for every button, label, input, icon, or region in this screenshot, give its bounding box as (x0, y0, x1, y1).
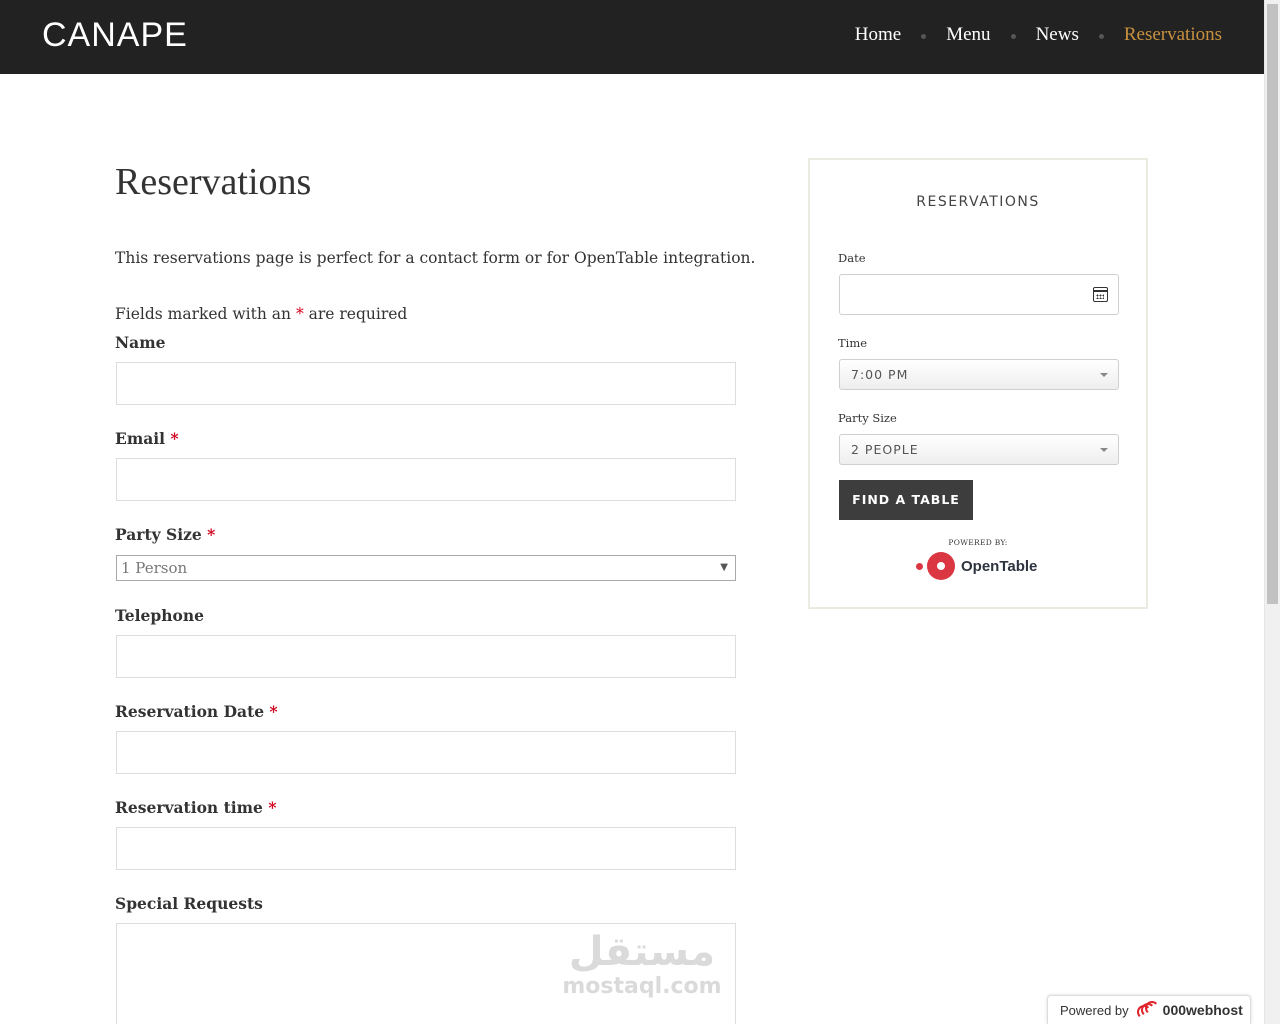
widget-date-input[interactable] (839, 274, 1119, 315)
email-label-text: Email (115, 429, 166, 448)
required-note: Fields marked with an * are required (115, 305, 407, 323)
widget-date-label: Date (838, 251, 866, 265)
widget-party-select[interactable]: 2 PEOPLE (839, 434, 1119, 465)
required-star: * (207, 525, 216, 544)
party-size-label-text: Party Size (115, 525, 202, 544)
name-label: Name (115, 333, 165, 352)
nav-separator (1098, 34, 1104, 39)
calendar-icon[interactable] (1093, 287, 1108, 302)
nav-separator (1010, 34, 1016, 39)
widget-party-value: 2 PEOPLE (851, 442, 919, 457)
reservation-date-input[interactable] (116, 731, 736, 774)
watermark-arabic: مستقل (568, 929, 716, 975)
nav-separator (921, 34, 927, 39)
required-star: * (269, 702, 278, 721)
opentable-logo[interactable]: OpenTable (916, 552, 1037, 580)
find-table-button[interactable]: FIND A TABLE (839, 480, 973, 520)
party-size-label: Party Size * (115, 525, 215, 544)
reservation-time-input[interactable] (116, 827, 736, 870)
telephone-label: Telephone (115, 606, 204, 625)
page-scrollbar[interactable] (1264, 0, 1280, 1024)
main-nav: Home Menu News Reservations (855, 24, 1222, 46)
nav-home[interactable]: Home (855, 24, 901, 46)
email-input[interactable] (116, 458, 736, 501)
nav-reservations[interactable]: Reservations (1124, 24, 1222, 46)
badge-text: Powered by (1060, 1002, 1129, 1018)
required-note-post: are required (308, 305, 408, 323)
webhost-logo-icon (1136, 1001, 1159, 1019)
chevron-down-icon (1100, 373, 1108, 377)
opentable-dot-icon (927, 552, 955, 580)
name-input[interactable] (116, 362, 736, 405)
reservation-time-label-text: Reservation time (115, 798, 263, 817)
widget-time-label: Time (838, 336, 868, 350)
widget-time-value: 7:00 PM (851, 367, 909, 382)
required-star: * (268, 798, 277, 817)
chevron-down-icon (1100, 448, 1108, 452)
party-size-value: 1 Person (121, 559, 188, 577)
widget-title: RESERVATIONS (916, 194, 1040, 210)
dropdown-arrow-icon: ▼ (720, 562, 728, 573)
party-size-select[interactable]: 1 Person ▼ (116, 555, 736, 581)
reservation-date-label: Reservation Date * (115, 702, 278, 721)
site-logo[interactable]: CANAPE (42, 16, 188, 55)
page-title: Reservations (115, 161, 312, 203)
mostaql-watermark: مستقل mostaql.com (562, 930, 722, 1005)
badge-brand: 000webhost (1162, 1002, 1243, 1018)
name-label-text: Name (115, 333, 166, 352)
reservation-time-label: Reservation time * (115, 798, 276, 817)
opentable-wordmark: OpenTable (961, 557, 1038, 575)
webhost-badge[interactable]: Powered by 000webhost (1047, 995, 1251, 1024)
telephone-input[interactable] (116, 635, 736, 678)
special-requests-label: Special Requests (115, 894, 263, 913)
intro-text: This reservations page is perfect for a … (115, 249, 756, 267)
widget-time-select[interactable]: 7:00 PM (839, 359, 1119, 390)
email-label: Email * (115, 429, 179, 448)
telephone-label-text: Telephone (115, 606, 204, 625)
scrollbar-thumb[interactable] (1267, 4, 1278, 604)
opentable-widget: RESERVATIONS Date Time 7:00 PM Party Siz… (808, 158, 1148, 609)
reservation-date-label-text: Reservation Date (115, 702, 265, 721)
required-star: * (170, 429, 179, 448)
nav-menu[interactable]: Menu (946, 24, 990, 46)
required-note-pre: Fields marked with an (115, 305, 291, 323)
powered-by-label: POWERED BY: (948, 538, 1008, 547)
required-star: * (295, 305, 304, 323)
watermark-latin: mostaql.com (562, 974, 722, 999)
nav-news[interactable]: News (1036, 24, 1079, 46)
special-requests-label-text: Special Requests (115, 894, 263, 913)
opentable-small-dot-icon (916, 562, 923, 570)
widget-party-label: Party Size (838, 411, 897, 425)
site-header: CANAPE Home Menu News Reservations (0, 0, 1264, 74)
